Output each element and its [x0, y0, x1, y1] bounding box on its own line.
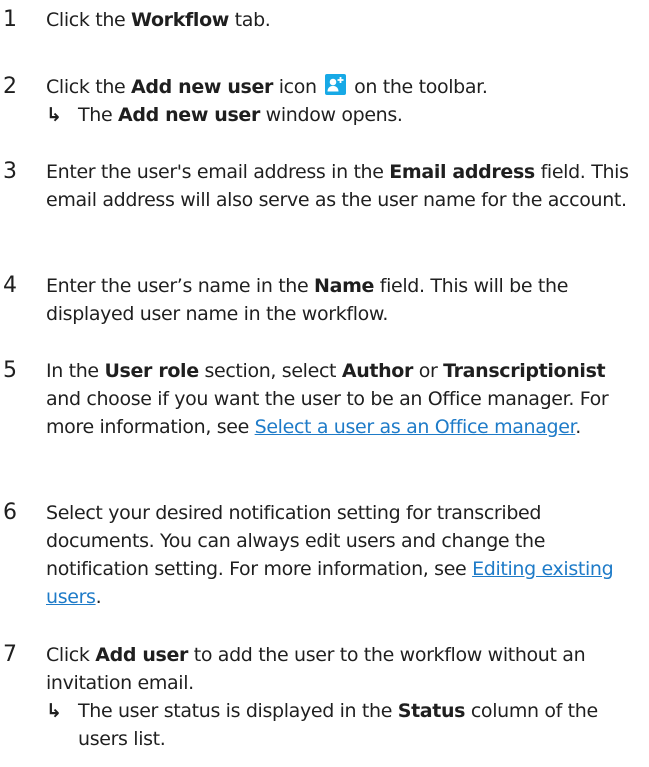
- step-number: 3: [3, 159, 17, 184]
- ui-term: Name: [314, 275, 375, 297]
- step-text: Click the Add new user icon on the toolb…: [46, 73, 641, 129]
- result-arrow-icon: ↳: [46, 104, 62, 126]
- ui-term: Transcriptionist: [443, 360, 606, 382]
- add-user-icon: [325, 74, 347, 95]
- ui-term: User role: [104, 360, 199, 382]
- step-number: 2: [3, 74, 17, 99]
- step-number: 5: [3, 358, 17, 383]
- step-result: ↳ The Add new user window opens.: [46, 101, 641, 129]
- ui-term: Workflow: [131, 9, 229, 31]
- ui-term: Add new user: [131, 76, 274, 98]
- step-number: 6: [3, 500, 17, 525]
- step-result: ↳ The user status is displayed in the Sta…: [46, 697, 641, 753]
- step-text: Select your desired notification setting…: [46, 502, 614, 608]
- step-text: Enter the user’s name in the Name field.…: [46, 275, 569, 325]
- step-number: 1: [3, 7, 17, 32]
- instruction-document: 1 Click the Workflow tab. 2 Click the Ad…: [0, 0, 649, 767]
- step-text: In the User role section, select Author …: [46, 360, 609, 438]
- office-manager-link[interactable]: Select a user as an Office manager: [255, 416, 576, 438]
- step-text: Click Add user to add the user to the wo…: [46, 641, 641, 753]
- ui-term: Status: [397, 700, 466, 722]
- ui-term: Email address: [389, 161, 535, 183]
- step-text: Enter the user's email address in the Em…: [46, 161, 629, 211]
- step-text: Click the Workflow tab.: [46, 9, 271, 31]
- ui-term: Add user: [95, 644, 189, 666]
- ui-term: Author: [341, 360, 414, 382]
- step-number: 7: [3, 642, 17, 667]
- result-arrow-icon: ↳: [46, 700, 62, 722]
- ui-term: Add new user: [117, 104, 260, 126]
- step-number: 4: [3, 273, 17, 298]
